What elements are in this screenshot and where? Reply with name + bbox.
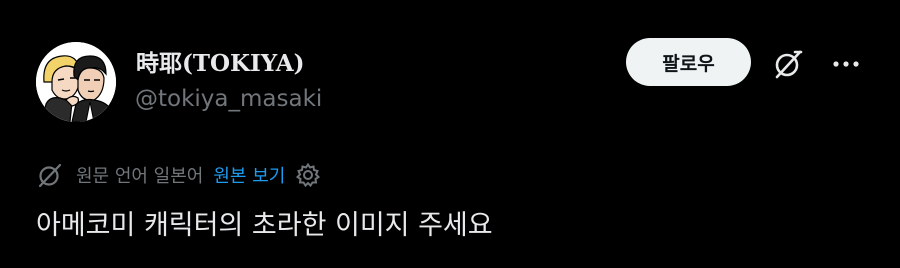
gear-icon[interactable] xyxy=(295,162,321,188)
avatar[interactable] xyxy=(36,42,116,122)
user-handle[interactable]: @tokiya_masaki xyxy=(135,86,322,112)
show-original-link[interactable]: 원본 보기 xyxy=(213,162,285,188)
display-name[interactable]: 時耶(TOKIYA) xyxy=(136,44,304,78)
avatar-illustration xyxy=(36,42,116,122)
more-dots-icon xyxy=(833,61,859,67)
grok-button[interactable] xyxy=(768,44,808,84)
more-options-button[interactable] xyxy=(826,44,866,84)
follow-button[interactable]: 팔로우 xyxy=(626,38,751,86)
language-icon xyxy=(36,161,64,189)
post-text: 아메코미 캐릭터의 초라한 이미지 주세요 xyxy=(36,210,493,241)
post-card: 時耶(TOKIYA) @tokiya_masaki 팔로우 원문 언어 일본어 … xyxy=(0,0,900,268)
grok-icon xyxy=(775,50,803,79)
translation-notice: 원문 언어 일본어 원본 보기 xyxy=(36,158,321,192)
source-language-note: 원문 언어 일본어 xyxy=(76,166,204,187)
